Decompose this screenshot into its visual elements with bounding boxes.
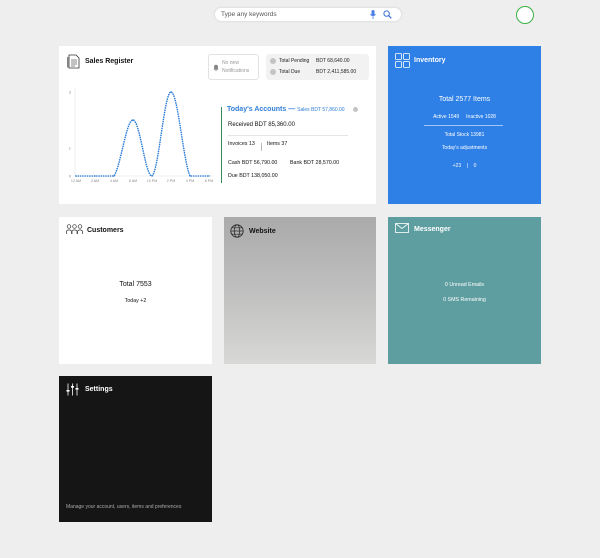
- chart-point: [113, 175, 115, 177]
- bank-amount: Bank BDT 28,570.00: [290, 160, 340, 166]
- totals-box: Total Pending BDT 68,640.00 Total Due BD…: [266, 54, 369, 80]
- inventory-status: Active 1549 Inactive 1028: [388, 114, 541, 120]
- chart-point: [208, 175, 210, 177]
- chart-y-tick-label: 0: [69, 174, 72, 179]
- inventory-title: Inventory: [414, 57, 446, 64]
- items-count: Items 37: [267, 141, 288, 147]
- chart-y-tick-label: 1: [69, 146, 72, 151]
- settings-description: Manage your account, users, items and pr…: [66, 504, 182, 510]
- unread-emails: 0 Unread Emails: [444, 282, 485, 288]
- chart-point: [75, 175, 77, 177]
- invoices-items-divider: [261, 143, 262, 151]
- chart-point: [189, 175, 191, 177]
- inventory-total: Total 2577 Items: [438, 96, 491, 103]
- inventory-separator: [424, 125, 503, 126]
- sales-register-card[interactable]: Sales Register No new Notifications Tota…: [59, 46, 376, 204]
- inventory-adjustments: +23 | 0: [388, 163, 541, 169]
- chart-series-line: [75, 91, 210, 177]
- globe-icon: [230, 224, 244, 238]
- website-title: Website: [249, 228, 276, 235]
- chart-x-tick-label: 12 AM: [71, 179, 81, 183]
- messenger-card[interactable]: Messenger 0 Unread Emails 0 SMS Remainin…: [388, 217, 541, 364]
- search-input[interactable]: [221, 9, 361, 20]
- accounts-title-text: Today's Accounts: [227, 106, 287, 113]
- received-amount: Received BDT 85,360.00: [228, 122, 295, 128]
- customers-today: Today +2: [124, 298, 147, 304]
- accounts-sales: Sales BDT 57,860.00: [297, 107, 345, 113]
- adjustments-value: 0: [473, 163, 477, 169]
- info-dot[interactable]: [353, 107, 358, 112]
- customers-title: Customers: [87, 227, 124, 234]
- chart-y-tick-label: 3: [69, 90, 72, 95]
- status-indicator[interactable]: [516, 6, 534, 24]
- notifications-text: No new Notifications: [222, 60, 250, 74]
- messenger-title: Messenger: [414, 226, 451, 233]
- due-amount: Due BDT 138,050.00: [228, 173, 278, 179]
- cash-amount: Cash BDT 56,790.00: [228, 160, 278, 166]
- adjustments-separator: |: [466, 163, 468, 169]
- adjustments-plus: +23: [452, 163, 462, 169]
- total-pending-value: BDT 68,640.00: [316, 58, 350, 64]
- chart-x-tick-label: 10 PM: [147, 179, 157, 183]
- customers-card[interactable]: Customers Total 7553 Today +2: [59, 217, 212, 364]
- total-due-value: BDT 2,411,585.00: [316, 69, 357, 75]
- inventory-stock: Total Stock 13981: [444, 132, 485, 138]
- total-pending-label: Total Pending: [279, 58, 310, 64]
- mail-icon: [395, 223, 409, 233]
- inventory-adjustments-label: Today's adjustments: [441, 145, 488, 151]
- sms-remaining: 0 SMS Remaining: [443, 297, 486, 303]
- chart-x-tick-label: 2 AM: [91, 179, 99, 183]
- accounts-divider: [221, 107, 222, 183]
- inventory-card[interactable]: Inventory Total 2577 Items Active 1549 I…: [388, 46, 541, 204]
- search-icon[interactable]: [383, 10, 392, 19]
- chart-point: [94, 175, 96, 177]
- grid-icon: [395, 53, 410, 68]
- accounts-separator: [228, 135, 348, 136]
- due-dot: [270, 69, 276, 75]
- inventory-active: Active 1549: [433, 114, 460, 120]
- settings-title: Settings: [85, 386, 113, 393]
- invoices-count: Invoices 13: [228, 141, 255, 147]
- chart-x-tick-label: 6 PM: [205, 179, 213, 183]
- chart-point: [132, 119, 134, 121]
- total-due-label: Total Due: [279, 69, 301, 75]
- sales-chart: 0 1 3 12 AM 2 AM 4 AM 6 AM 10 PM 2 PM 4 PM 6 PM: [69, 88, 213, 183]
- customers-total: Total 7553: [119, 281, 152, 288]
- mic-icon[interactable]: [370, 10, 376, 19]
- inventory-inactive: Inactive 1028: [466, 114, 496, 120]
- pending-dot: [270, 58, 276, 64]
- chart-x-tick-label: 4 PM: [186, 179, 194, 183]
- people-icon: [66, 224, 83, 234]
- chart-x-tick-label: 6 AM: [129, 179, 137, 183]
- chart-x-tick-label: 2 PM: [167, 179, 175, 183]
- website-card[interactable]: Website: [224, 217, 376, 364]
- accounts-dash: —: [288, 106, 296, 113]
- chart-point: [151, 175, 153, 177]
- chart-x-tick-label: 4 AM: [110, 179, 118, 183]
- accounts-title: Today's Accounts — Sales BDT 57,860.00: [227, 106, 345, 113]
- chart-point: [170, 91, 172, 93]
- settings-card[interactable]: Settings Manage your account, users, ite…: [59, 376, 212, 522]
- sliders-icon: [66, 383, 79, 396]
